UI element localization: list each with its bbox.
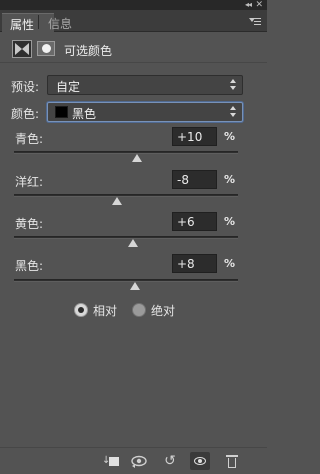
panel-top-strip: ◂◂ ✕	[0, 0, 267, 10]
colors-select[interactable]: 黑色	[47, 102, 243, 122]
layer-mask-icon[interactable]	[37, 41, 55, 56]
preset-label: 预设:	[11, 80, 40, 94]
cyan-percent-unit: %	[224, 130, 236, 143]
cyan-slider-thumb[interactable]	[132, 154, 143, 162]
tab-info[interactable]: 信息	[40, 13, 80, 32]
magenta-value-input[interactable]: -8	[172, 170, 217, 189]
yellow-slider-track[interactable]	[14, 236, 238, 239]
method-absolute-option[interactable]: 绝对	[132, 302, 182, 320]
absolute-radio[interactable]	[132, 303, 146, 317]
bottom-toolbar: ↓ ↺	[0, 447, 267, 474]
color-swatch	[55, 106, 68, 118]
collapse-panel-icon[interactable]: ◂◂	[245, 0, 252, 10]
select-arrows-icon	[230, 106, 238, 118]
yellow-value-input[interactable]: +6	[172, 212, 217, 231]
preset-select[interactable]: 自定	[47, 75, 243, 95]
slider-label-cyan: 青色:	[15, 132, 44, 146]
trash-icon[interactable]	[222, 452, 242, 470]
black-slider-track[interactable]	[14, 279, 238, 282]
select-arrows-icon	[230, 79, 238, 91]
colors-label: 颜色:	[11, 107, 40, 121]
cyan-slider-track[interactable]	[14, 151, 238, 154]
reset-icon[interactable]: ↺	[160, 452, 180, 470]
method-relative-option[interactable]: 相对	[74, 302, 124, 320]
close-panel-icon[interactable]: ✕	[255, 0, 263, 10]
adjustment-header: 可选颜色	[0, 33, 267, 63]
preset-value: 自定	[56, 80, 81, 94]
slider-label-yellow: 黄色:	[15, 217, 44, 231]
black-slider-thumb[interactable]	[129, 282, 140, 290]
cyan-value-input[interactable]: +10	[172, 127, 217, 146]
relative-label: 相对	[93, 304, 118, 318]
tab-divider	[38, 15, 39, 29]
yellow-slider-thumb[interactable]	[127, 239, 138, 247]
clip-to-layer-icon[interactable]: ↓	[101, 452, 121, 470]
slider-label-black: 黑色:	[15, 259, 44, 273]
slider-label-magenta: 洋红:	[15, 175, 44, 189]
panel-tab-bar: 属性 信息	[0, 10, 267, 32]
visibility-eye-icon[interactable]	[190, 452, 210, 470]
selective-color-adjustment-icon[interactable]	[12, 40, 32, 58]
view-previous-state-icon[interactable]	[129, 452, 149, 470]
magenta-slider-thumb[interactable]	[112, 197, 123, 205]
relative-radio[interactable]	[74, 303, 88, 317]
colors-value: 黑色	[72, 107, 97, 121]
absolute-label: 绝对	[151, 304, 176, 318]
panel-menu-icon[interactable]	[249, 16, 261, 26]
black-percent-unit: %	[224, 257, 236, 270]
black-value-input[interactable]: +8	[172, 254, 217, 273]
adjustment-title: 可选颜色	[64, 44, 113, 58]
magenta-slider-track[interactable]	[14, 194, 238, 197]
magenta-percent-unit: %	[224, 173, 236, 186]
yellow-percent-unit: %	[224, 215, 236, 228]
